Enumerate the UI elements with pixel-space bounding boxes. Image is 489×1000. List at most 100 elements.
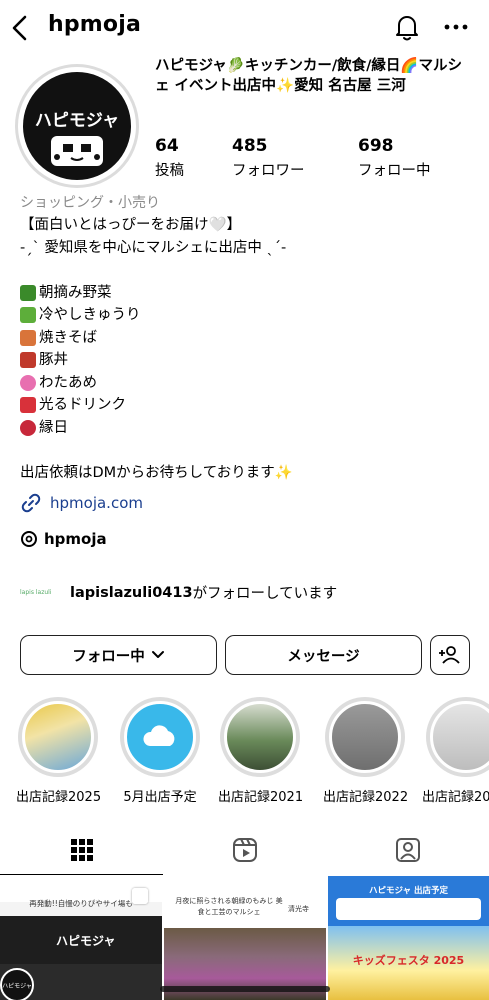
bio-line: 【面白いとはっぴーをお届け🤍】	[20, 214, 480, 237]
post-banner: ハピモジャ	[0, 916, 162, 964]
broccoli-icon	[20, 284, 36, 301]
tab-reels[interactable]	[163, 825, 326, 875]
stat-following[interactable]: 698 フォロー中	[358, 136, 431, 180]
bio-line	[20, 259, 480, 282]
post-logo-text: ハピモジャ	[2, 982, 32, 990]
noodles-icon	[20, 329, 36, 346]
profile-display-name: ハピモジャ🥬キッチンカー/飲食/縁日🌈マルシェ イベント出店中✨愛知 名古屋 三…	[155, 58, 462, 94]
stat-followers-label: フォロワー	[232, 163, 305, 179]
threads-badge[interactable]: hpmoja	[20, 530, 107, 548]
suggest-people-button[interactable]	[430, 635, 470, 675]
chevron-down-icon	[151, 651, 164, 658]
mascot-face-icon	[51, 136, 103, 166]
bio-line: わたあめ	[20, 372, 480, 395]
bio-line: 出店依頼はDMからお待ちしております✨	[20, 462, 480, 485]
threads-icon	[21, 531, 37, 547]
following-button[interactable]: フォロー中	[20, 635, 217, 675]
stat-posts-count: 64	[155, 136, 179, 156]
bio-line-text: わたあめ	[39, 374, 97, 391]
tab-tagged[interactable]	[326, 825, 489, 875]
bio-line-text: 豚丼	[39, 352, 68, 368]
reels-icon	[232, 838, 257, 862]
profile-website-link[interactable]: hpmoja.com	[20, 492, 143, 514]
highlight-label: 5月出店予定	[123, 790, 197, 805]
mutual-follower-username: lapislazuli0413	[70, 584, 193, 601]
profile-username: hpmoja	[48, 12, 142, 37]
highlight-label: 出店記録2022	[323, 790, 409, 805]
stat-following-count: 698	[358, 136, 394, 156]
highlight-item[interactable]: 出店記録2025	[16, 697, 102, 805]
profile-avatar[interactable]: ハピモジャ	[15, 64, 139, 188]
highlight-label: 出店記録2021	[218, 790, 304, 805]
post-title: 清光寺	[288, 905, 309, 913]
highlight-label: 出店記録20	[422, 790, 489, 805]
message-button-label: メッセージ	[287, 648, 360, 665]
mutual-follower-suffix: がフォローしています	[192, 586, 338, 602]
mutual-followers[interactable]: lapis lazuli lapislazuli0413 がフォローしています	[20, 582, 337, 603]
lollipop-icon	[20, 374, 36, 391]
bio-line-text: 出店依頼はDMからお待ちしております✨	[20, 464, 293, 481]
highlight-item[interactable]: 出店記録2022	[323, 697, 409, 805]
bio-line: 豚丼	[20, 349, 480, 372]
avatar-logo-text: ハピモジャ	[34, 111, 120, 131]
highlight-label: 出店記録2025	[16, 790, 102, 805]
bio-line: 冷やしきゅうり	[20, 304, 480, 327]
cloud-icon	[143, 725, 175, 746]
top-bar: hpmoja	[0, 0, 489, 56]
following-button-label: フォロー中	[72, 648, 145, 665]
profile-bio: 【面白いとはっぴーをお届け🤍】 -ˏˋ 愛知県を中心にマルシェに出店中 ˎˊ- …	[20, 214, 480, 484]
bio-line: 縁日	[20, 417, 480, 440]
grid-icon	[70, 839, 93, 861]
stat-following-label: フォロー中	[358, 163, 431, 179]
highlight-cover	[124, 701, 196, 773]
bio-line-text: 冷やしきゅうり	[39, 307, 141, 323]
post-title: ハピモジャ	[56, 934, 116, 948]
stat-followers-count: 485	[232, 136, 268, 156]
stat-posts[interactable]: 64 投稿	[155, 136, 184, 180]
highlight-item[interactable]: 5月出店予定	[118, 697, 202, 805]
highlight-cover	[224, 701, 296, 773]
back-arrow-icon[interactable]	[8, 12, 34, 44]
bio-line-text: -ˏˋ 愛知県を中心にマルシェに出店中 ˎˊ-	[20, 239, 287, 256]
bio-line-text: 光るドリンク	[39, 397, 126, 413]
highlight-cover	[22, 701, 94, 773]
meat-icon	[20, 352, 36, 369]
bio-line-text: 焼きそば	[39, 329, 97, 346]
post-thumbnail[interactable]: 再発動!!自慢のりぴやサイ場も ハピモジャ ハピモジャ	[0, 876, 162, 1000]
post-logo: ハピモジャ	[0, 968, 34, 1000]
bio-line: 焼きそば	[20, 327, 480, 350]
stat-posts-label: 投稿	[155, 163, 184, 179]
notification-bell-icon[interactable]	[393, 12, 421, 42]
bio-line: 朝摘み野菜	[20, 282, 480, 305]
highlight-item[interactable]: 出店記録2021	[218, 697, 304, 805]
post-title: ハピモジャ 出店予定	[368, 886, 449, 896]
post-thumbnail[interactable]: ハピモジャ 出店予定 キッズフェスタ 2025	[328, 876, 489, 1000]
more-options-icon[interactable]	[440, 12, 472, 42]
threads-handle: hpmoja	[44, 530, 107, 548]
profile-category: ショッピング・小売り	[20, 195, 160, 211]
website-link-text[interactable]: hpmoja.com	[50, 494, 143, 512]
bio-line: 光るドリンク	[20, 394, 480, 417]
post-photo: キッズフェスタ 2025	[328, 926, 489, 1000]
post-headline: キッズフェスタ 2025	[352, 954, 465, 967]
stat-followers[interactable]: 485 フォロワー	[232, 136, 305, 180]
tab-posts-grid[interactable]	[0, 825, 163, 875]
active-tab-indicator	[0, 873, 163, 875]
drink-icon	[20, 397, 36, 414]
mutual-follower-avatar: lapis lazuli	[20, 585, 52, 601]
bio-line-text: 縁日	[39, 419, 68, 436]
bio-line: -ˏˋ 愛知県を中心にマルシェに出店中 ˎˊ-	[20, 237, 480, 260]
bio-line-text: 【面白いとはっぴーをお届け🤍】	[20, 217, 242, 233]
bio-line	[20, 439, 480, 462]
carousel-icon	[132, 888, 148, 904]
highlight-item[interactable]: 出店記録20	[422, 697, 489, 805]
mutual-follower-mini-text: lapis lazuli	[20, 589, 52, 596]
post-caption: 月夜に照らされる朝緑のもみじ 美食と工芸のマルシェ	[175, 897, 283, 916]
highlight-cover	[430, 701, 489, 773]
message-button[interactable]: メッセージ	[225, 635, 422, 675]
bio-line-text: 朝摘み野菜	[39, 284, 112, 301]
highlight-cover	[329, 701, 401, 773]
post-thumbnail[interactable]: 月夜に照らされる朝緑のもみじ 美食と工芸のマルシェ 清光寺	[164, 876, 326, 1000]
tagged-person-icon	[395, 838, 420, 862]
profile-tabs	[0, 825, 489, 875]
